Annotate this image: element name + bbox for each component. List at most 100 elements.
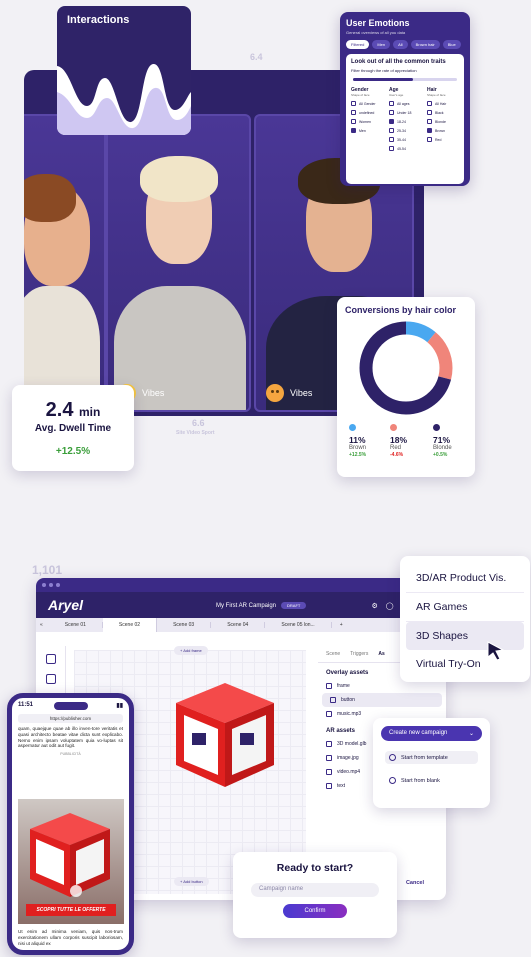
filter-option[interactable]: All ages <box>389 101 421 106</box>
legend-pct: 71% <box>433 435 451 445</box>
checkbox[interactable] <box>427 119 432 124</box>
checkbox[interactable] <box>389 110 394 115</box>
filter-option[interactable]: 18-24 <box>389 119 421 124</box>
filter-chip[interactable]: Filtered <box>346 40 370 49</box>
filter-option[interactable]: Brown <box>427 128 459 133</box>
checkbox[interactable] <box>351 119 356 124</box>
filter-chip[interactable]: Blue <box>442 40 461 49</box>
filter-option[interactable]: All Gender <box>351 101 383 106</box>
phone-preview: 11:51 ▮▮ https://publisher.com quam, qua… <box>7 693 134 955</box>
add-button-button[interactable]: + Add button <box>174 877 209 886</box>
avatar-panel-1[interactable] <box>24 114 106 412</box>
window-chrome <box>36 578 446 592</box>
avatar-panel-2[interactable]: Vibes <box>106 114 251 412</box>
tab-scene[interactable]: Scene 05 lon... <box>265 622 332 628</box>
asset-label: image.jpg <box>337 755 359 761</box>
add-frame-button[interactable]: + Add frame <box>174 646 208 655</box>
option-label: 45-54 <box>397 146 406 151</box>
option-label: 25-34 <box>397 128 406 133</box>
filter-chips: Filtered Men All Brown hair Blue <box>346 40 464 49</box>
card-title: User Emotions <box>346 18 410 28</box>
asset-label: 3D model.glb <box>337 741 367 747</box>
checkbox[interactable] <box>389 137 394 142</box>
cursor-icon <box>487 641 505 661</box>
filter-chip[interactable]: All <box>393 40 408 49</box>
tab-scene[interactable]: Scene 03 <box>157 622 212 628</box>
preview-icon[interactable]: ◯ <box>386 602 394 610</box>
asset-row[interactable]: button <box>322 693 442 707</box>
filter-option[interactable]: Blonde <box>427 119 459 124</box>
asset-label: button <box>341 697 355 703</box>
settings-icon[interactable]: ⚙ <box>372 602 378 610</box>
filter-option[interactable]: Black <box>427 110 459 115</box>
checkbox[interactable] <box>427 101 432 106</box>
checkbox[interactable] <box>389 101 394 106</box>
menu-item[interactable]: 3D Shapes <box>406 622 524 650</box>
collapse-icon[interactable]: « <box>40 622 43 628</box>
create-campaign-button[interactable]: Create new campaign ⌄ <box>381 726 482 741</box>
option-label: Women <box>359 119 371 124</box>
url-bar[interactable]: https://publisher.com <box>18 714 123 723</box>
tab-triggers[interactable]: Triggers <box>350 651 368 657</box>
option-label: Brown <box>435 128 445 133</box>
tab-scene[interactable]: Scene 04 <box>211 622 266 628</box>
campaign-name[interactable]: My First AR Campaign <box>216 603 276 609</box>
checkbox[interactable] <box>389 146 394 151</box>
checkbox[interactable] <box>351 128 356 133</box>
option-label: undefined <box>359 110 375 115</box>
checkbox[interactable] <box>427 137 432 142</box>
start-from-blank-option[interactable]: Start from blank <box>385 774 478 787</box>
ad-banner[interactable]: SCOPRI TUTTE LE OFFERTE <box>26 904 116 916</box>
tab-scene-settings[interactable]: Scene <box>326 651 340 657</box>
filter-option[interactable]: Red <box>427 137 459 142</box>
image-icon <box>326 755 332 761</box>
tab-scene[interactable]: Scene 01 <box>49 622 103 628</box>
menu-item[interactable]: AR Games <box>406 593 524 622</box>
confirm-button[interactable]: Confirm <box>283 904 347 918</box>
cancel-button[interactable]: Cancel <box>406 880 424 886</box>
add-scene-icon[interactable]: + <box>340 622 343 628</box>
checkbox[interactable] <box>427 128 432 133</box>
asset-label: video.mp4 <box>337 769 361 775</box>
tool-icon[interactable] <box>45 654 56 664</box>
card-title: Interactions <box>67 14 130 26</box>
filter-option[interactable]: Men <box>351 128 383 133</box>
filter-option[interactable]: Women <box>351 119 383 124</box>
filter-option[interactable]: Under 18 <box>389 110 421 115</box>
ghost-subtitle: Site Video Sport <box>176 430 215 436</box>
tab-scene[interactable]: Scene 02 <box>102 618 158 632</box>
user-emotions-card: User Emotions General overviews of all y… <box>340 12 470 186</box>
legend-item: 11% Brown +12.5% <box>349 424 366 458</box>
legend-dot <box>433 424 440 431</box>
appreciation-slider[interactable] <box>353 78 457 81</box>
tool-icon[interactable] <box>45 674 56 684</box>
filter-option[interactable]: 35-44 <box>389 137 421 142</box>
checkbox[interactable] <box>389 128 394 133</box>
asset-label: frame <box>337 683 350 689</box>
filter-column: Gender Shape of face All Gender undefined Wo… <box>351 87 383 151</box>
button-icon <box>330 697 336 703</box>
aryel-logo: Aryel <box>48 597 84 613</box>
filter-chip[interactable]: Brown hair <box>410 40 440 49</box>
dialog-title: Ready to start? <box>276 862 354 874</box>
start-from-template-option[interactable]: Start from template <box>385 751 478 764</box>
menu-item[interactable]: 3D/AR Product Vis. <box>406 564 524 593</box>
menu-item[interactable]: Virtual Try-On <box>406 650 524 678</box>
ar-ad-unit[interactable]: SCOPRI TUTTE LE OFFERTE <box>18 799 124 924</box>
signal-icon: ▮▮ <box>116 703 123 709</box>
filter-option[interactable]: 25-34 <box>389 128 421 133</box>
ghost-metric: 6.6 <box>192 418 205 428</box>
filter-option[interactable]: All Hair <box>427 101 459 106</box>
campaign-name-input[interactable]: Campaign name <box>251 883 379 897</box>
filter-chip[interactable]: Men <box>372 40 391 49</box>
checkbox[interactable] <box>389 119 394 124</box>
checkbox[interactable] <box>351 110 356 115</box>
checkbox[interactable] <box>427 110 432 115</box>
tab-assets[interactable]: As <box>378 651 384 657</box>
option-label: All ages <box>397 101 410 106</box>
filter-option[interactable]: undefined <box>351 110 383 115</box>
checkbox[interactable] <box>351 101 356 106</box>
option-label: Men <box>359 128 366 133</box>
filter-option[interactable]: 45-54 <box>389 146 421 151</box>
3d-cube-model[interactable] <box>170 675 280 795</box>
